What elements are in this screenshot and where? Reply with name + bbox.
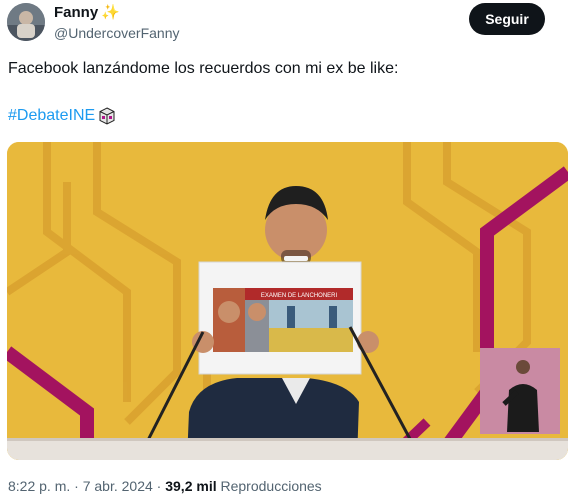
meta-separator: · xyxy=(152,478,166,494)
author-handle[interactable]: @UndercoverFanny xyxy=(54,24,180,42)
ballot-box-icon xyxy=(98,107,116,125)
sign-title: EXAMEN DE LANCHONERI xyxy=(261,293,338,299)
sparkle-emoji-icon: ✨ xyxy=(101,4,120,21)
tweet-date[interactable]: 7 abr. 2024 xyxy=(83,478,153,494)
views-label: Reproducciones xyxy=(216,478,322,494)
follow-button[interactable]: Seguir xyxy=(469,3,545,35)
tweet-meta: 8:22 p. m. · 7 abr. 2024 · 39,2 mil Repr… xyxy=(8,478,322,494)
tweet-time[interactable]: 8:22 p. m. xyxy=(8,478,70,494)
meta-separator: · xyxy=(70,478,83,494)
tweet-text: Facebook lanzándome los recuerdos con mi… xyxy=(8,60,399,77)
hashtag-line: #DebateINE xyxy=(8,107,116,125)
views-count: 39,2 mil xyxy=(165,478,217,494)
author-name-text[interactable]: Fanny xyxy=(54,4,98,22)
author-block: Fanny ✨ @UndercoverFanny xyxy=(54,4,180,42)
hashtag-link[interactable]: #DebateINE xyxy=(8,107,95,125)
author-avatar[interactable] xyxy=(7,3,45,41)
author-name[interactable]: Fanny ✨ xyxy=(54,4,120,22)
tweet-media-image[interactable]: EXAMEN DE LANCHONERI xyxy=(7,142,568,460)
